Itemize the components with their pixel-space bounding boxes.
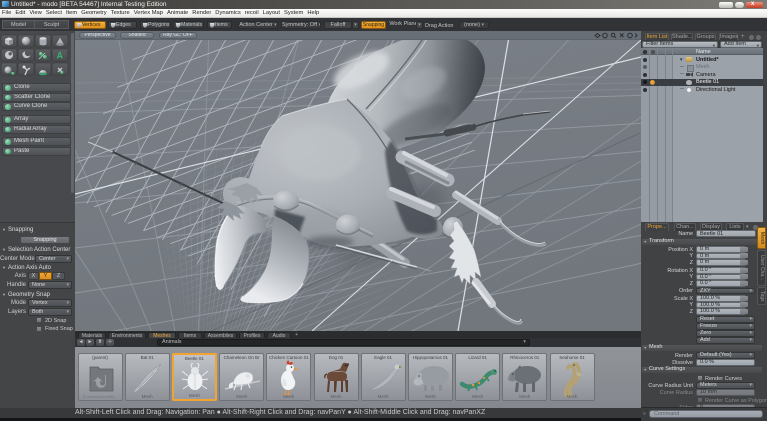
svg-text:A: A <box>57 51 64 61</box>
